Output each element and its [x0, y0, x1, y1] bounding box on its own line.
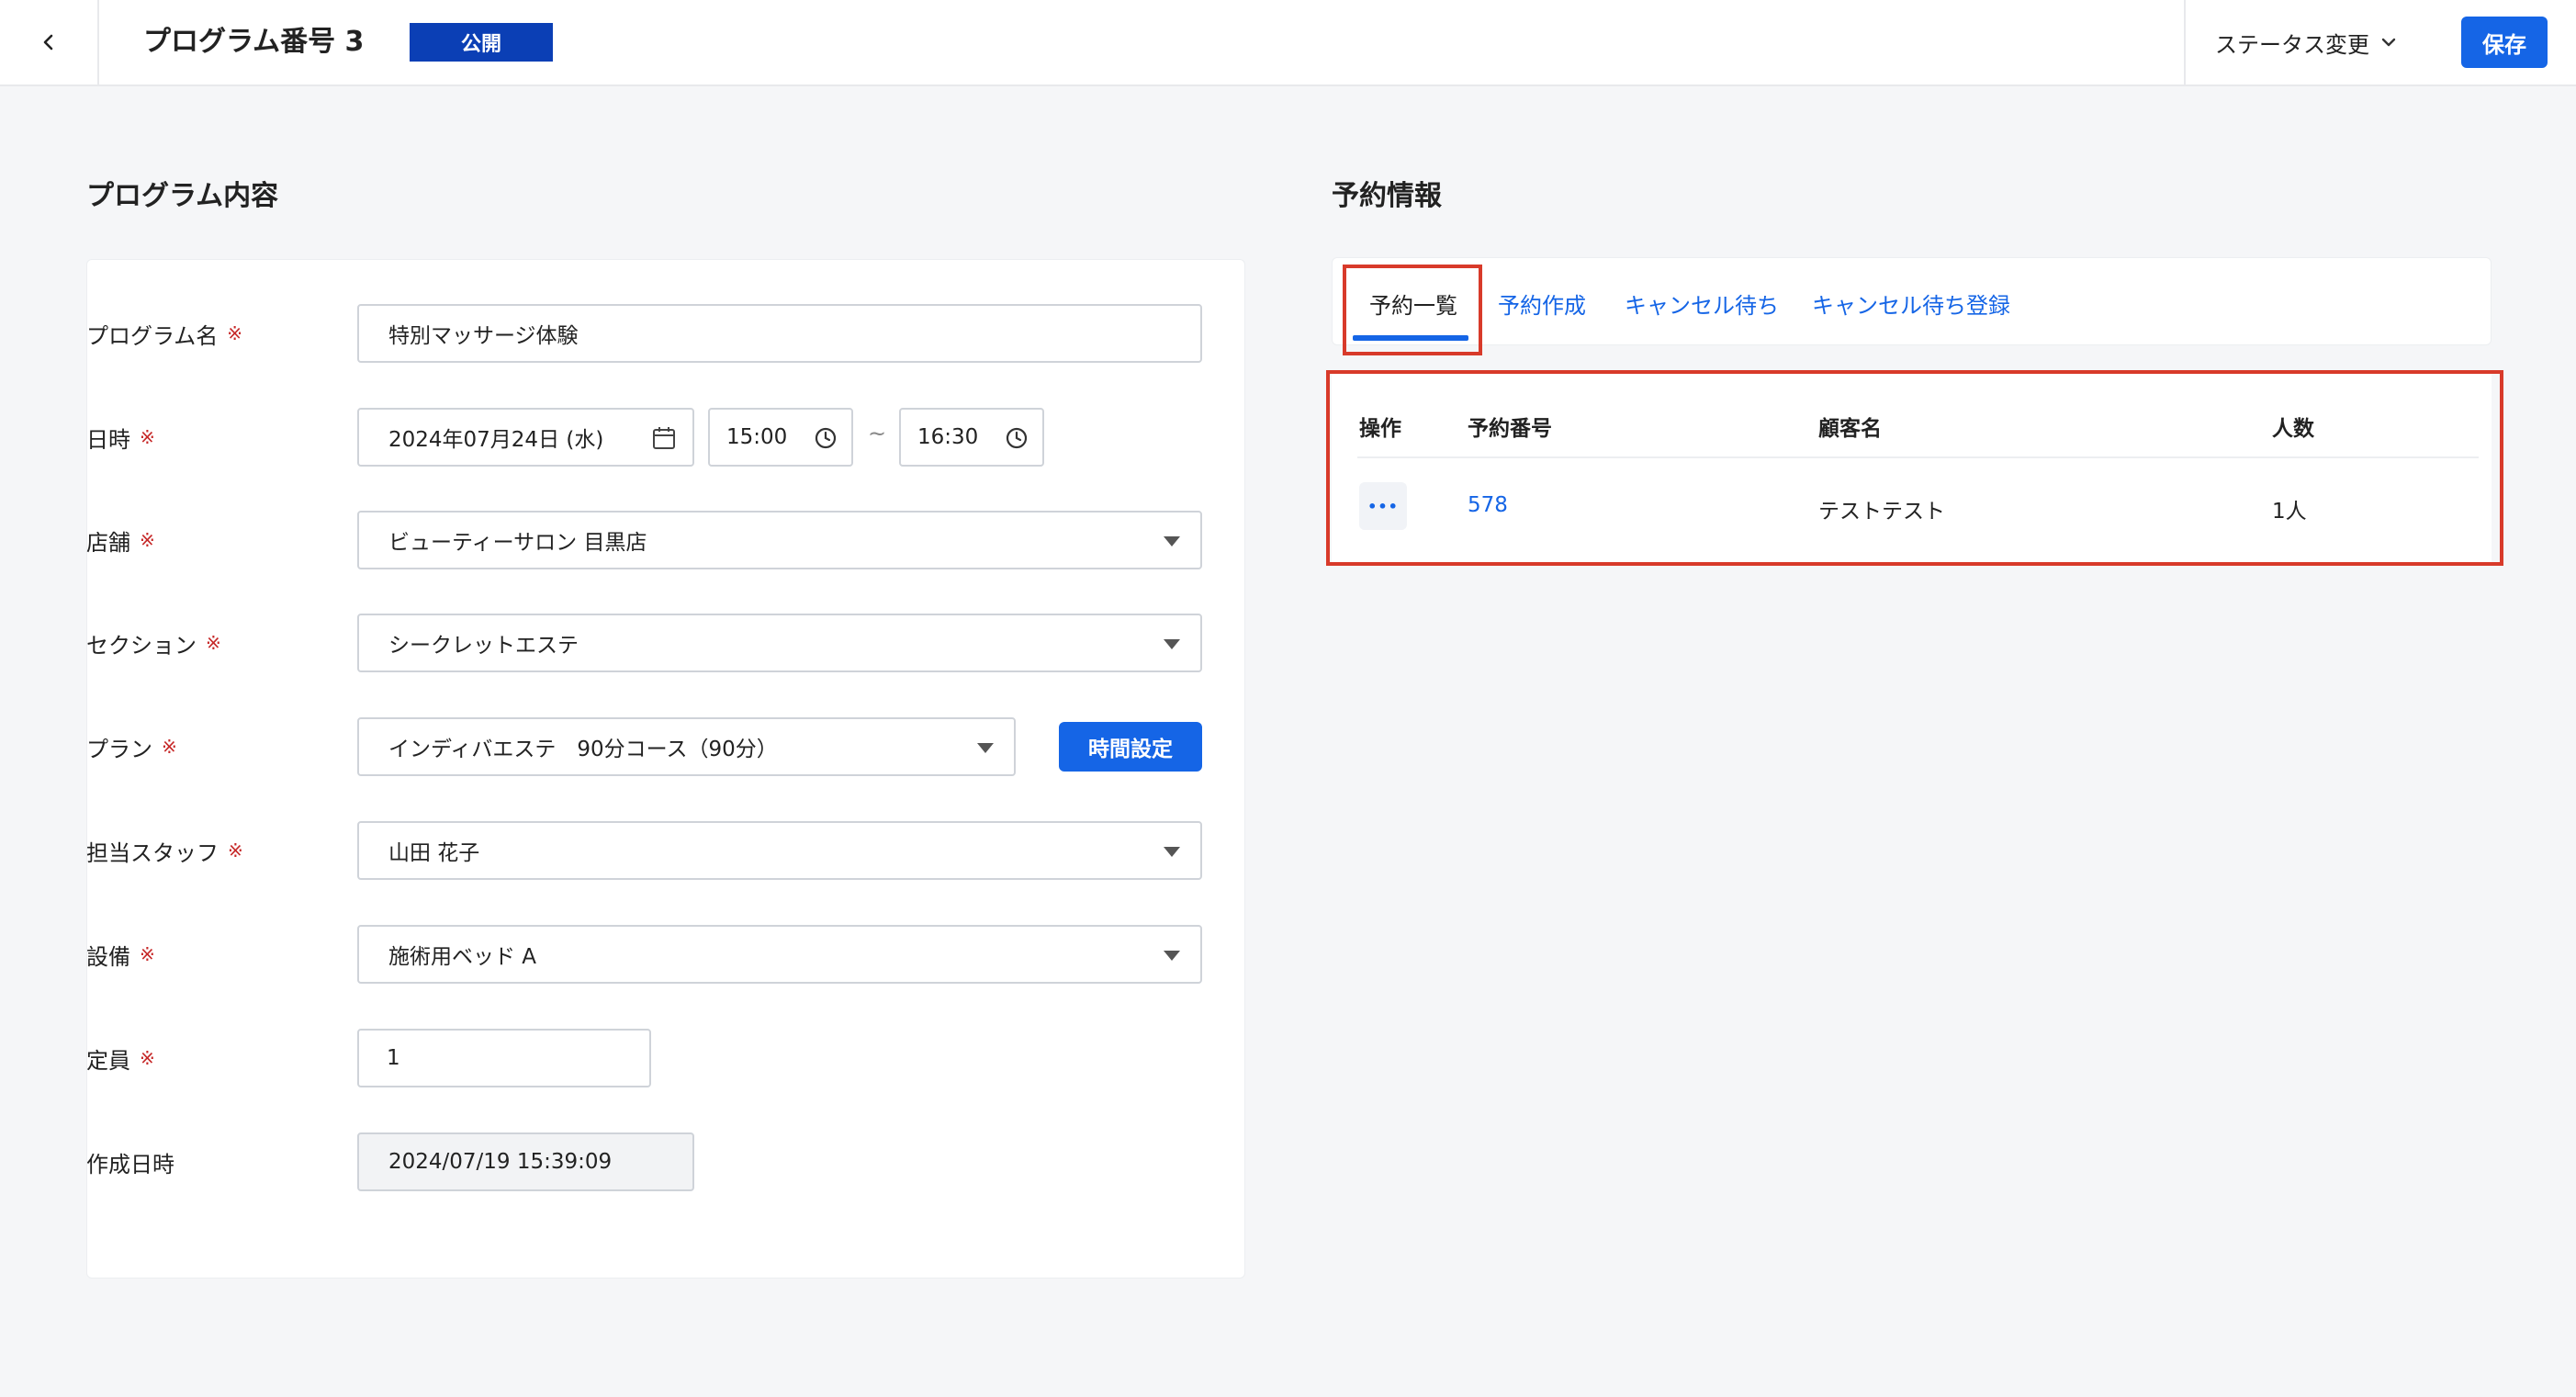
top-header: プログラム番号 3 公開 ステータス変更 保存 [0, 0, 2576, 86]
caret-down-icon [1164, 639, 1180, 649]
chevron-down-icon [2381, 38, 2396, 47]
store-select[interactable]: ビューティーサロン 目黒店 [357, 511, 1202, 569]
capacity-label: 定員 ※ [86, 1047, 155, 1074]
staff-select[interactable]: 山田 花子 [357, 821, 1202, 880]
staff-label: 担当スタッフ ※ [86, 839, 243, 866]
date-input[interactable]: 2024年07月24日 (水) [357, 408, 694, 467]
tab-waitlist-register[interactable]: キャンセル待ち登録 [1812, 287, 2010, 321]
clock-icon [815, 427, 837, 449]
page-title: プログラム番号 3 [143, 26, 365, 58]
calendar-icon [653, 427, 675, 449]
tab-waitlist[interactable]: キャンセル待ち [1625, 287, 1779, 321]
tab-highlight-box [1343, 265, 1482, 355]
plan-label: プラン ※ [86, 736, 177, 762]
caret-down-icon [977, 743, 994, 753]
time-range-separator: ~ [868, 421, 887, 446]
caret-down-icon [1164, 951, 1180, 961]
datetime-label: 日時 ※ [86, 426, 155, 453]
save-button[interactable]: 保存 [2461, 17, 2548, 68]
program-section-title: プログラム内容 [86, 180, 279, 212]
created-at-field: 2024/07/19 15:39:09 [357, 1132, 694, 1191]
reservation-tabs: 予約一覧 予約作成 キャンセル待ち キャンセル待ち登録 [1332, 257, 2492, 345]
equipment-label: 設備 ※ [86, 943, 155, 970]
section-select[interactable]: シークレットエステ [357, 614, 1202, 672]
tab-reservation-create[interactable]: 予約作成 [1498, 287, 1586, 321]
program-name-input[interactable]: 特別マッサージ体験 [357, 304, 1202, 363]
status-badge: 公開 [410, 23, 553, 62]
header-divider [2184, 0, 2186, 84]
chevron-left-icon [43, 34, 53, 51]
section-label: セクション ※ [86, 632, 221, 659]
status-change-label: ステータス変更 [2215, 31, 2369, 58]
clock-icon [1006, 427, 1028, 449]
created-at-label: 作成日時 [86, 1151, 174, 1177]
equipment-select[interactable]: 施術用ベッド A [357, 925, 1202, 984]
status-change-dropdown[interactable]: ステータス変更 [2215, 22, 2397, 62]
caret-down-icon [1164, 536, 1180, 546]
caret-down-icon [1164, 847, 1180, 857]
end-time-input[interactable]: 16:30 [899, 408, 1044, 467]
time-setting-button[interactable]: 時間設定 [1059, 722, 1202, 772]
back-button[interactable] [0, 0, 99, 84]
table-highlight-box [1326, 370, 2503, 566]
capacity-input[interactable]: 1 [357, 1029, 651, 1087]
store-label: 店舗 ※ [86, 529, 155, 556]
plan-select[interactable]: インディバエステ 90分コース（90分） [357, 717, 1016, 776]
start-time-input[interactable]: 15:00 [708, 408, 853, 467]
reservation-section-title: 予約情報 [1332, 180, 1442, 212]
program-name-label: プログラム名 ※ [86, 322, 243, 349]
